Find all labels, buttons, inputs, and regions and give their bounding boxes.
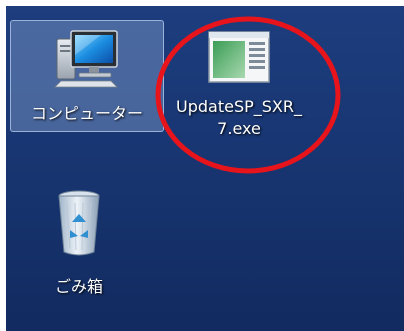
desktop-icon-updatesp-exe[interactable]: UpdateSP_SXR_ 7.exe [164,20,314,170]
desktop-icon-label: コンピューター [30,104,143,123]
desktop-icon-recycle-bin[interactable]: ごみ箱 [48,186,110,301]
desktop[interactable]: コンピューター UpdateSP_SXR_ 7.exe ごみ箱 [6,6,404,331]
computer-icon [54,30,118,88]
exe-window-icon [208,31,270,83]
desktop-icon-label-line2: 7.exe [217,119,261,138]
recycle-bin-icon [58,190,100,256]
desktop-icon-computer[interactable]: コンピューター [10,20,164,132]
desktop-icon-label-line1: UpdateSP_SXR_ [176,97,302,116]
desktop-icon-label: ごみ箱 [54,277,103,296]
screenshot-frame: コンピューター UpdateSP_SXR_ 7.exe ごみ箱 [0,0,404,331]
